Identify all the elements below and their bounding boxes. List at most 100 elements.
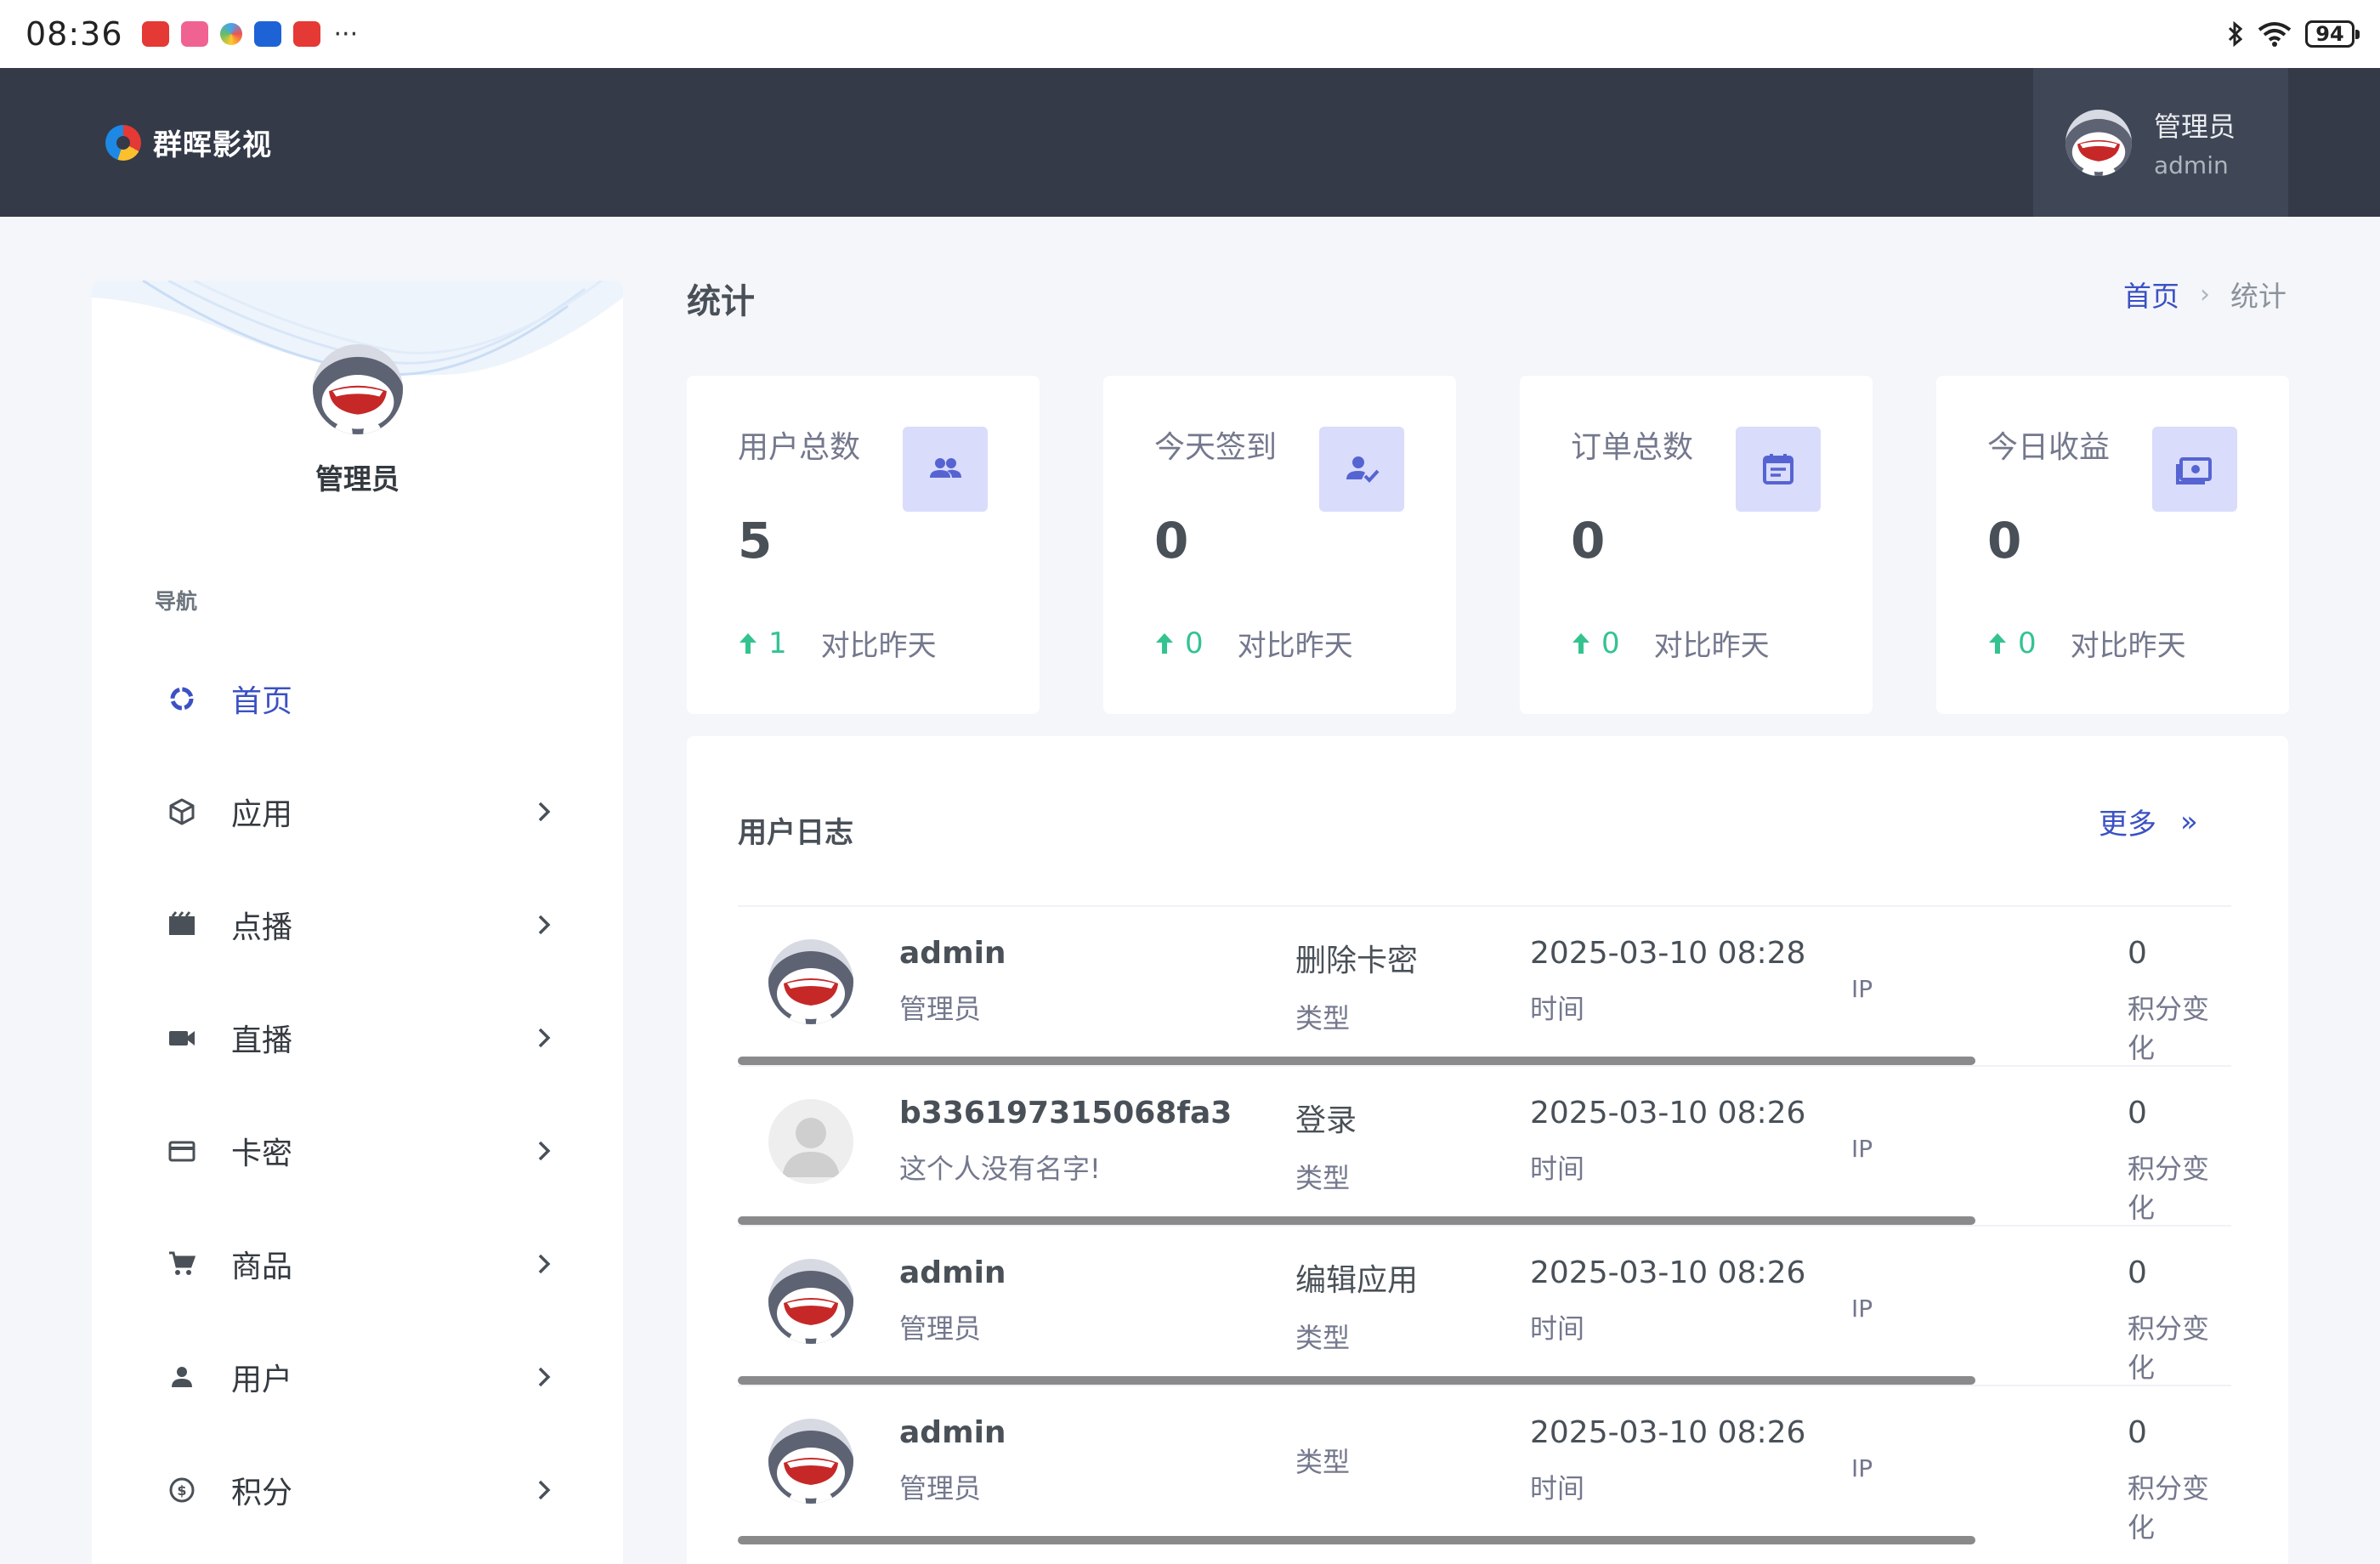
row-scrollbar[interactable] — [738, 1536, 1975, 1544]
logo-icon — [105, 124, 141, 161]
log-action-value: 登录 — [1295, 1103, 1357, 1138]
sidebar-item-label: 直播 — [231, 1023, 293, 1058]
stat-footer: 0 对比昨天 — [1987, 622, 2186, 664]
sidebar-item-vod[interactable]: 点播 — [92, 868, 623, 981]
user-icon — [167, 1362, 197, 1392]
sidebar: 管理员 导航 首页 应用 点播 直播 卡密 商品 用户 $ 积分 — [92, 280, 623, 1564]
log-user: admin 管理员 — [899, 936, 1006, 1027]
clock: 08:36 — [26, 15, 123, 53]
log-user-role: 这个人没有名字! — [899, 1153, 1101, 1185]
stat-title: 今日收益 — [1987, 430, 2111, 465]
breadcrumb: 首页 › 统计 — [2123, 274, 2286, 314]
user-avatar — [768, 1099, 853, 1184]
sidebar-item-products[interactable]: 商品 — [92, 1207, 623, 1320]
video-camera-icon — [167, 1023, 197, 1053]
log-row[interactable]: admin 管理员 类型 2025-03-10 08:26 时间 IP 0 积分… — [738, 1385, 2231, 1544]
log-points-value: 0 — [2128, 1415, 2147, 1450]
log-row[interactable]: admin 管理员 编辑应用 类型 2025-03-10 08:26 时间 IP… — [738, 1225, 2231, 1385]
chevron-right-icon — [536, 1250, 552, 1281]
stat-card-total-orders: 订单总数 0 0 对比昨天 — [1520, 376, 1873, 714]
user-menu-button[interactable]: 管理员 admin — [2033, 68, 2288, 217]
cube-icon — [167, 796, 197, 827]
log-ip: IP — [1851, 1295, 1873, 1323]
log-time-label: 时间 — [1530, 993, 1585, 1025]
sidebar-item-live[interactable]: 直播 — [92, 981, 623, 1094]
log-user: b336197315068fa3 这个人没有名字! — [899, 1096, 1232, 1187]
log-user-name: admin — [899, 1255, 1006, 1290]
log-user-name: b336197315068fa3 — [899, 1096, 1232, 1130]
log-user: admin 管理员 — [899, 1415, 1006, 1506]
log-user-role: 管理员 — [899, 1472, 982, 1504]
log-points-label: 积分变化 — [2128, 993, 2210, 1064]
log-user-name: admin — [899, 1415, 1006, 1450]
stat-delta: 0 — [1601, 626, 1620, 660]
log-ip: IP — [1851, 975, 1873, 1003]
log-points: 0 积分变化 — [2128, 1096, 2231, 1226]
row-scrollbar[interactable] — [738, 1216, 1975, 1225]
app-icon-red — [141, 21, 169, 47]
stat-compare-label: 对比昨天 — [1653, 629, 1770, 663]
user-log-title: 用户日志 — [738, 816, 853, 850]
more-link[interactable]: 更多 » — [2099, 801, 2198, 842]
chevron-right-icon — [536, 1476, 552, 1507]
log-time: 2025-03-10 08:26 时间 — [1530, 1255, 1805, 1346]
top-header: 群晖影视 管理员 admin — [0, 68, 2380, 217]
sidebar-item-users[interactable]: 用户 — [92, 1320, 623, 1433]
clapperboard-icon — [167, 910, 197, 940]
log-points-label: 积分变化 — [2128, 1472, 2210, 1544]
stat-card-revenue-today: 今日收益 0 0 对比昨天 — [1936, 376, 2289, 714]
row-scrollbar[interactable] — [738, 1376, 1975, 1385]
sidebar-item-label: 用户 — [231, 1362, 293, 1397]
stat-delta: 1 — [768, 626, 787, 660]
log-action-label: 类型 — [1295, 1162, 1351, 1194]
log-row[interactable]: b336197315068fa3 这个人没有名字! 登录 类型 2025-03-… — [738, 1065, 2231, 1225]
sidebar-item-label: 首页 — [231, 683, 293, 719]
sidebar-user-name: 管理员 — [315, 462, 400, 496]
stat-delta: 0 — [1185, 626, 1204, 660]
cart-icon — [167, 1249, 197, 1279]
brand-name: 群晖影视 — [153, 128, 272, 162]
users-icon — [903, 427, 988, 512]
stat-footer: 0 对比昨天 — [1154, 622, 1353, 664]
log-time: 2025-03-10 08:26 时间 — [1530, 1415, 1805, 1506]
log-points-label: 积分变化 — [2128, 1153, 2210, 1224]
bluetooth-icon — [2227, 20, 2244, 48]
sidebar-item-home[interactable]: 首页 — [92, 642, 623, 755]
log-row[interactable]: admin 管理员 删除卡密 类型 2025-03-10 08:28 时间 IP… — [738, 905, 2231, 1065]
log-points: 0 积分变化 — [2128, 1255, 2231, 1386]
row-scrollbar[interactable] — [738, 1057, 1975, 1065]
chevron-right-icon — [536, 1363, 552, 1394]
arrow-up-icon — [1989, 632, 2006, 654]
breadcrumb-home-link[interactable]: 首页 — [2123, 274, 2179, 314]
sidebar-item-points[interactable]: $ 积分 — [92, 1433, 623, 1546]
stat-title: 用户总数 — [738, 430, 861, 465]
header-avatar — [2066, 110, 2132, 176]
stat-title: 今天签到 — [1154, 430, 1278, 465]
user-check-icon — [1319, 427, 1404, 512]
log-action-label: 类型 — [1295, 1446, 1351, 1478]
sidebar-avatar — [313, 344, 403, 434]
arrow-up-icon — [740, 632, 756, 654]
stat-compare-label: 对比昨天 — [2070, 629, 2186, 663]
brand[interactable]: 群晖影视 — [105, 68, 272, 217]
log-action-value: 删除卡密 — [1295, 944, 1419, 978]
chevron-right-icon — [536, 798, 552, 829]
sidebar-item-apps[interactable]: 应用 — [92, 755, 623, 868]
log-time-value: 2025-03-10 08:28 — [1530, 936, 1806, 971]
log-points: 0 积分变化 — [2128, 936, 2231, 1066]
stat-footer: 0 对比昨天 — [1571, 622, 1770, 664]
user-avatar — [768, 939, 853, 1024]
coin-icon: $ — [167, 1475, 197, 1505]
stat-value: 0 — [1987, 512, 2022, 570]
stat-card-total-users: 用户总数 5 1 对比昨天 — [687, 376, 1040, 714]
credit-card-icon — [167, 1136, 197, 1166]
sidebar-item-label: 应用 — [231, 796, 293, 832]
log-ip: IP — [1851, 1135, 1873, 1163]
log-action: 删除卡密 类型 — [1295, 936, 1418, 1036]
battery-icon: 94 — [2305, 20, 2360, 48]
stat-value: 0 — [1154, 512, 1189, 570]
log-points-label: 积分变化 — [2128, 1312, 2210, 1384]
log-time-label: 时间 — [1530, 1472, 1585, 1504]
sidebar-item-cards[interactable]: 卡密 — [92, 1094, 623, 1207]
log-points: 0 积分变化 — [2128, 1415, 2231, 1545]
